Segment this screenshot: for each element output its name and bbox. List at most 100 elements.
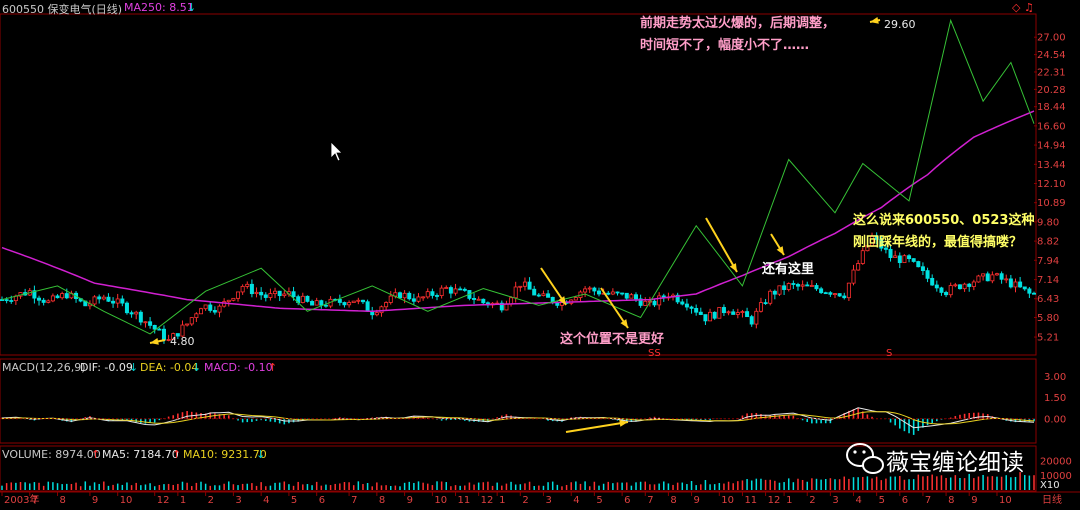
ma5-arrow-icon: ↑ (172, 448, 182, 461)
x-tick-label: 7 (32, 495, 38, 506)
candle-body (148, 321, 153, 326)
candle-body (273, 290, 278, 294)
x-tick-label: 9 (92, 495, 98, 506)
candle-body (448, 287, 453, 294)
candle-body (263, 294, 268, 298)
candle-body (41, 299, 46, 303)
candle-body (772, 290, 777, 295)
price-tick-label: 27.00 (1037, 33, 1066, 44)
candle-body (1027, 288, 1032, 294)
chart-canvas[interactable]: 5.215.806.437.147.948.829.8010.8912.1013… (0, 0, 1080, 506)
candle-body (9, 300, 14, 302)
candle-body (236, 291, 241, 299)
ma250-label: MA250: 8.51 (124, 1, 194, 14)
candle-body (365, 301, 370, 312)
dea-line (1, 411, 1035, 425)
volume-panel (1, 472, 1035, 490)
candle-body (481, 298, 486, 304)
x-tick-label: 2 (809, 495, 815, 506)
x-tick-label: 12 (157, 495, 170, 506)
x-tick-label: 7 (647, 495, 653, 506)
candle-body (444, 287, 449, 289)
macd-dif: DIF: -0.09 (80, 361, 133, 374)
candle-body (189, 317, 194, 325)
candle-body (402, 292, 407, 299)
candle-body (953, 284, 958, 287)
candle-body (624, 292, 629, 299)
candle-body (957, 284, 962, 290)
candle-body (268, 293, 273, 298)
candle-body (212, 310, 217, 313)
candle-body (194, 313, 199, 319)
candle-body (976, 275, 981, 283)
candle-body (726, 311, 731, 314)
candle-body (1032, 292, 1037, 295)
x-tick-label: 7 (351, 495, 357, 506)
ma250-down-arrow-icon: ↓ (187, 1, 197, 14)
mouse-cursor-icon (330, 141, 343, 162)
price-tick-label: 6.43 (1037, 294, 1059, 305)
x-tick-label: 9 (971, 495, 977, 506)
candle-body (962, 283, 967, 290)
candle-body (397, 292, 402, 299)
candle-body (4, 299, 9, 302)
arrow-high-head (870, 16, 879, 24)
x-tick-label: 7 (925, 495, 931, 506)
candle-body (689, 306, 694, 309)
candle-body (897, 255, 902, 264)
candle-body (717, 307, 722, 319)
signal-right: S (886, 348, 893, 359)
candle-body (374, 312, 379, 316)
candle-body (259, 291, 264, 296)
candle-body (282, 293, 287, 297)
price-tick-label: 9.80 (1037, 217, 1059, 228)
price-tick-label: 7.94 (1037, 256, 1059, 267)
macd-dea: DEA: -0.04 (140, 361, 199, 374)
x-tick-label: 4 (263, 495, 269, 506)
x-tick-label: 10 (999, 495, 1012, 506)
candle-body (421, 296, 426, 299)
volume-ma10: MA10: 9231.70 (183, 448, 267, 461)
x-tick-label: 12 (481, 495, 494, 506)
price-tick-label: 10.89 (1037, 198, 1066, 209)
dea-arrow-icon: ↓ (192, 361, 202, 374)
candle-body (911, 258, 916, 262)
candle-body (916, 261, 921, 268)
watermark-text: 薇宝缠论细读 (886, 450, 1024, 476)
candle-body (749, 316, 754, 325)
candle-body (684, 303, 689, 308)
candle-body (698, 311, 703, 315)
candle-body (782, 285, 787, 290)
candle-body (721, 307, 726, 314)
candle-body (50, 295, 55, 302)
candle-body (314, 300, 319, 306)
x-tick-label: 8 (379, 495, 385, 506)
candle-body (967, 283, 972, 287)
corner-icons[interactable]: ◇ ♫ (1012, 1, 1034, 14)
candle-body (458, 288, 463, 291)
ma10-arrow-icon: ↓ (256, 448, 266, 461)
candle-body (185, 323, 190, 326)
candle-body (504, 303, 509, 311)
x-tick-label: 11 (744, 495, 757, 506)
candle-body (999, 273, 1004, 280)
candle-body (652, 300, 657, 306)
right-note-line2: 刚回踩年线的，最值得搞喽？ (853, 235, 1023, 250)
candle-body (851, 269, 856, 284)
x-tick-label: 10 (434, 495, 447, 506)
candle-body (795, 284, 800, 287)
candle-body (111, 300, 116, 304)
dif-line (1, 407, 1035, 429)
arrow-second-pullback-head (620, 319, 628, 328)
candle-body (791, 283, 796, 285)
candle-body (439, 287, 444, 296)
x-tick-label: 3 (235, 495, 241, 506)
candle-body (763, 302, 768, 305)
price-tick-label: 14.94 (1037, 141, 1066, 152)
candle-body (527, 281, 532, 290)
x-tick-label: 2 (208, 495, 214, 506)
wechat-icon (846, 443, 884, 474)
price-tick-label: 8.82 (1037, 237, 1059, 248)
candle-body (643, 300, 648, 306)
x-tick-label: 2 (522, 495, 528, 506)
